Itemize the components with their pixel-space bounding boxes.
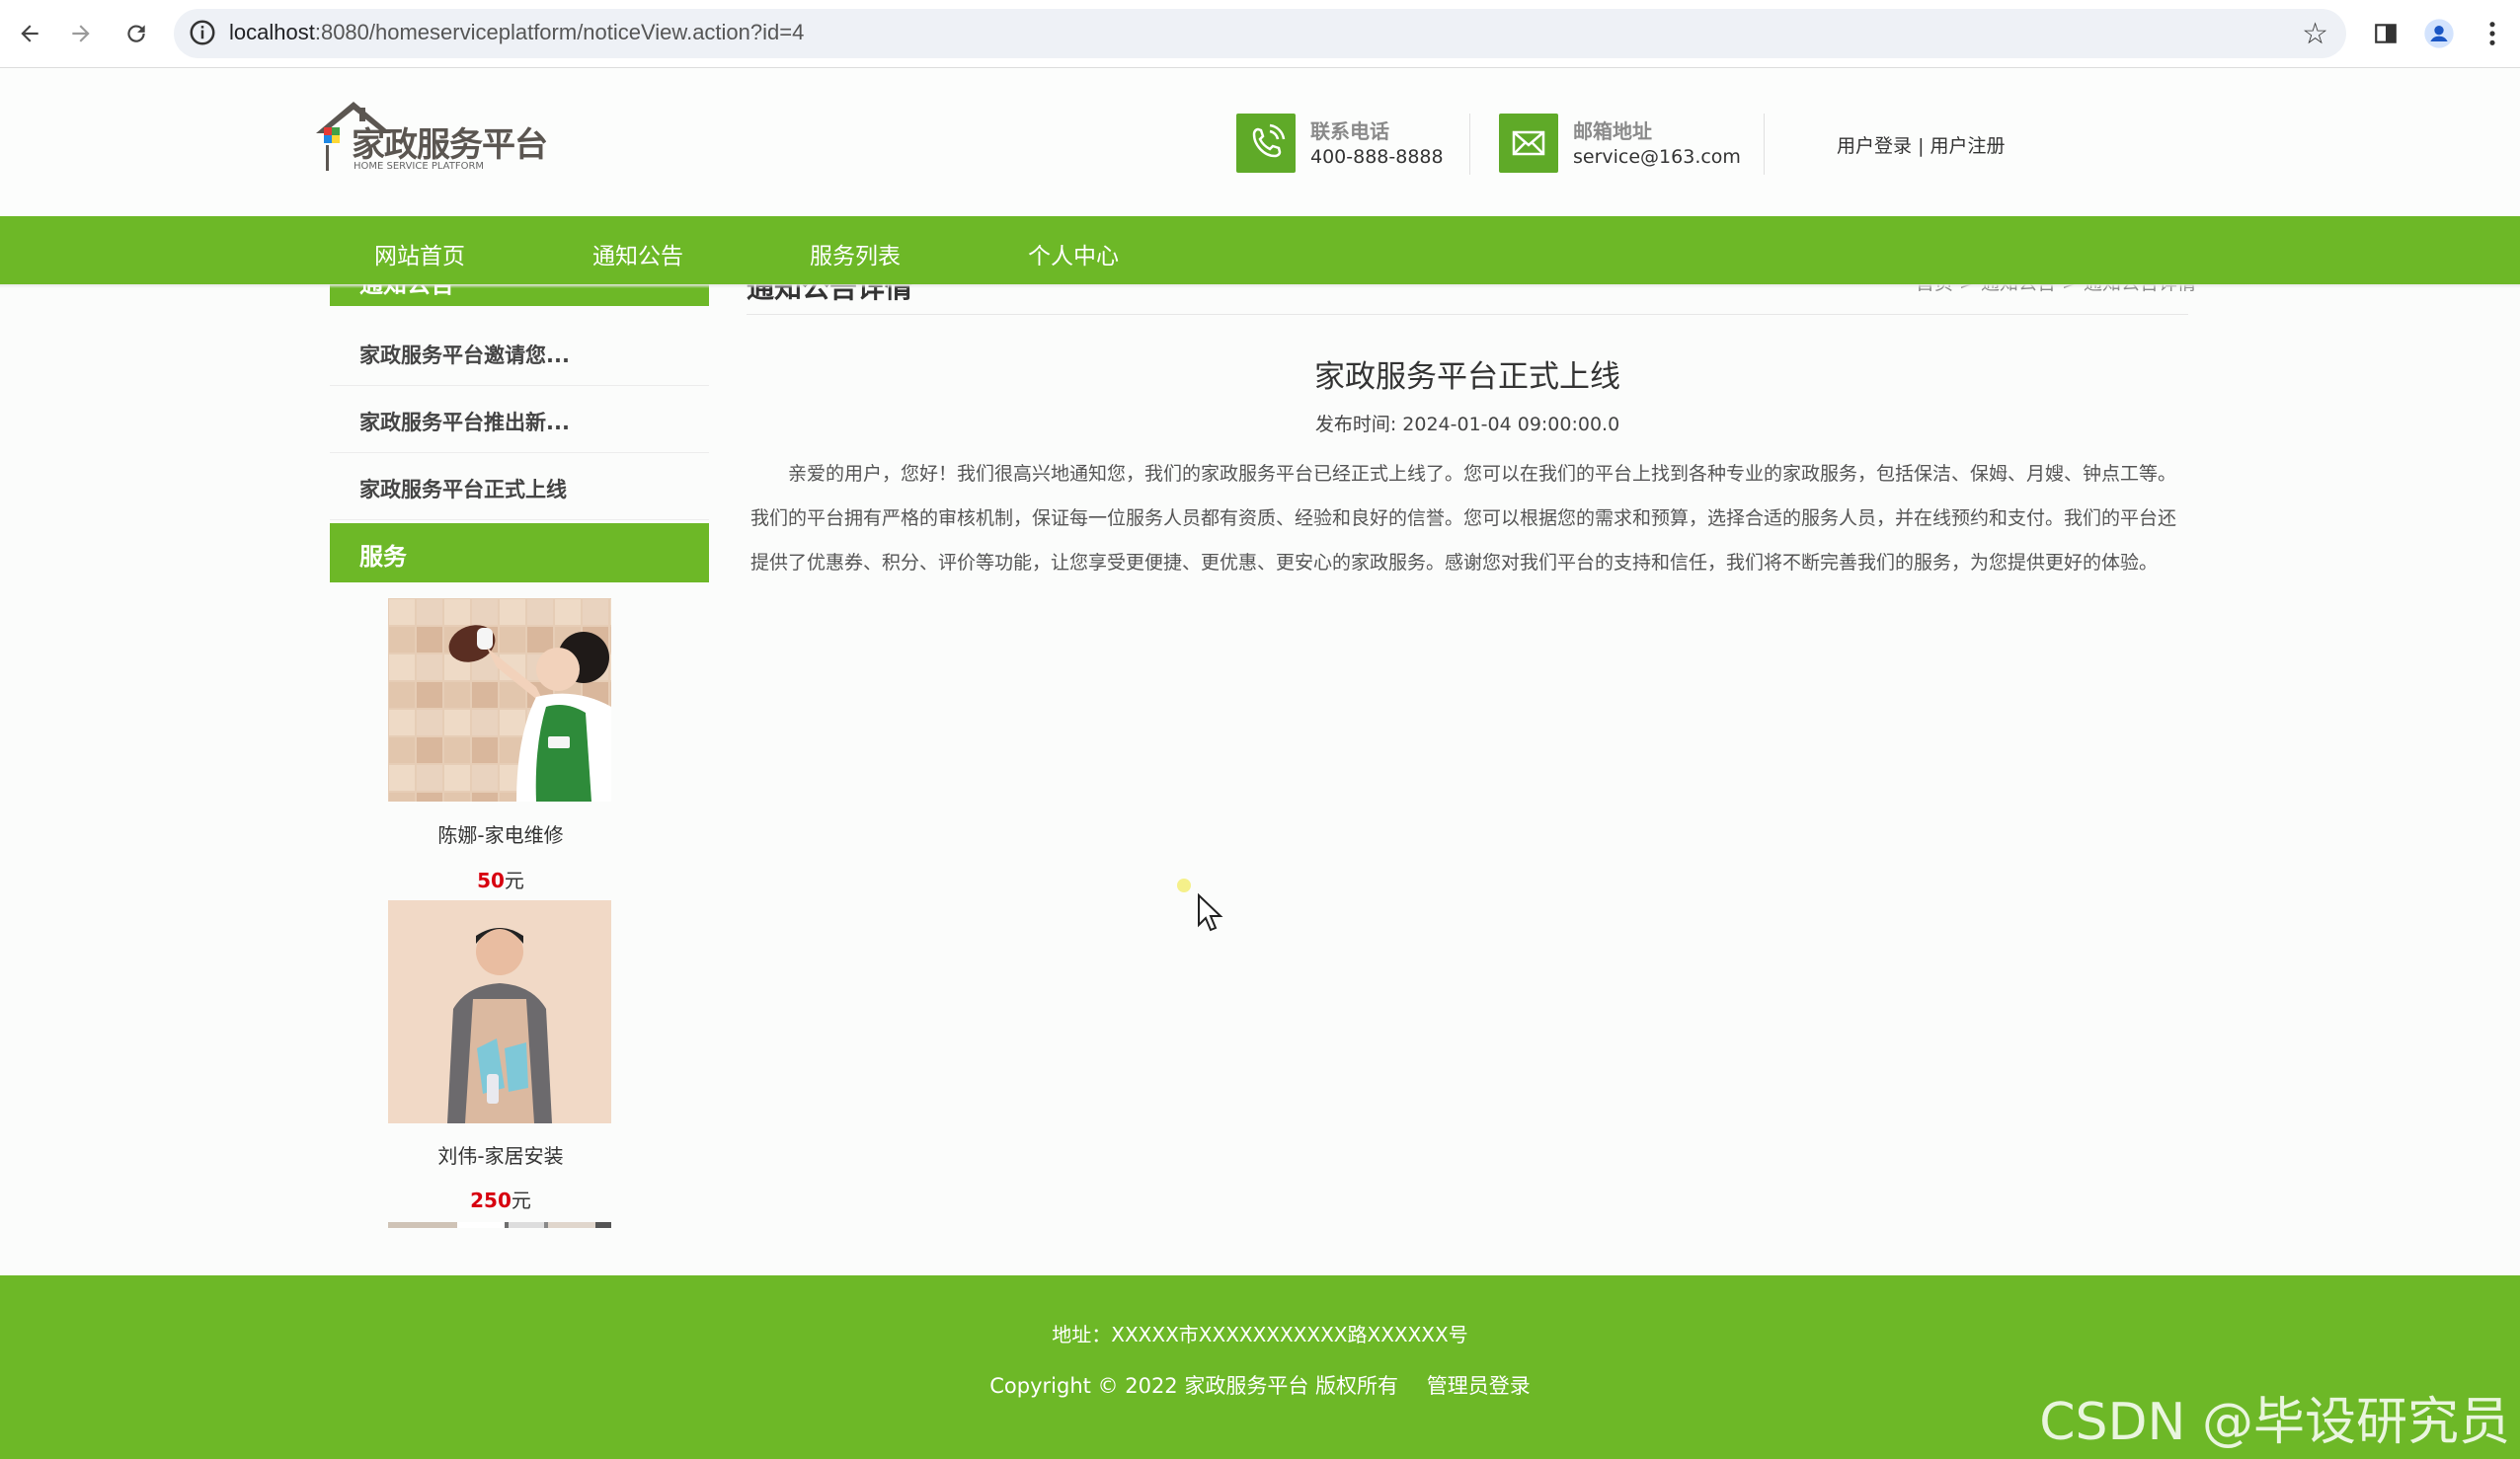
- phone-label: 联系电话: [1310, 119, 1389, 143]
- site-header: 家政服务平台 HOME SERVICE PLATFORM 联系电话 400-88…: [0, 68, 2520, 216]
- header-divider: [1764, 114, 1765, 175]
- copyright-text: Copyright © 2022 家政服务平台 版权所有: [989, 1374, 1399, 1398]
- url-path: :8080/homeserviceplatform/noticeView.act…: [314, 20, 805, 44]
- url-text[interactable]: localhost:8080/homeserviceplatform/notic…: [229, 20, 804, 45]
- service-heading-label: 服务: [359, 543, 407, 571]
- phone-icon: [1236, 114, 1296, 173]
- bookmark-star-icon[interactable]: ☆: [2302, 17, 2328, 51]
- article-meta: 发布时间: 2024-01-04 09:00:00.0: [747, 410, 2188, 436]
- email-value: service@163.com: [1573, 146, 1741, 168]
- service-name[interactable]: 刘伟-家居安装: [330, 1140, 671, 1169]
- logo-subtitle: HOME SERVICE PLATFORM: [354, 161, 485, 172]
- mouse-cursor-icon: [1197, 892, 1224, 937]
- browser-menu-icon[interactable]: [2473, 14, 2512, 53]
- service-name[interactable]: 陈娜-家电维修: [330, 819, 671, 848]
- mail-icon: [1499, 114, 1558, 173]
- nav-item-notices[interactable]: 通知公告: [592, 237, 683, 270]
- side-panel-icon[interactable]: [2366, 14, 2405, 53]
- header-divider: [1469, 114, 1470, 175]
- nav-shadow: [0, 284, 2520, 288]
- article-body: 亲爱的用户，您好！我们很高兴地通知您，我们的家政服务平台已经正式上线了。您可以在…: [750, 463, 2177, 574]
- service-photo-installer[interactable]: [388, 900, 611, 1123]
- auth-separator: |: [1918, 135, 1925, 157]
- nav-item-home[interactable]: 网站首页: [374, 237, 465, 270]
- publish-time: 2024-01-04 09:00:00.0: [1402, 414, 1620, 435]
- cursor-highlight: [1177, 879, 1191, 892]
- notice-item-label[interactable]: 家政服务平台正式上线: [359, 474, 567, 503]
- profile-avatar-icon[interactable]: [2419, 14, 2459, 53]
- admin-login-link[interactable]: 管理员登录: [1427, 1374, 1531, 1398]
- notice-item-label[interactable]: 家政服务平台邀请您...: [359, 340, 570, 369]
- phone-value: 400-888-8888: [1310, 146, 1444, 168]
- service-photo-cleaner[interactable]: [388, 598, 611, 802]
- service-price: 50元: [330, 865, 671, 893]
- sidebar-service-heading: 服务: [330, 523, 709, 582]
- main-navigation-overlay: 网站首页 通知公告 服务列表 个人中心: [0, 216, 2520, 284]
- register-link[interactable]: 用户注册: [1930, 135, 2006, 157]
- address-bar[interactable]: localhost:8080/homeserviceplatform/notic…: [174, 9, 2346, 58]
- url-host: localhost: [229, 20, 315, 44]
- price-value: 250: [470, 1189, 512, 1212]
- logo-title: 家政服务平台: [352, 125, 548, 165]
- auth-links: 用户登录 | 用户注册: [1837, 131, 2006, 158]
- title-divider: [747, 314, 2188, 315]
- service-price: 250元: [330, 1185, 671, 1213]
- publish-label: 发布时间:: [1314, 414, 1397, 435]
- sidebar-notice-item[interactable]: 家政服务平台推出新...: [330, 385, 709, 453]
- sidebar-notice-item[interactable]: 家政服务平台正式上线: [330, 452, 709, 520]
- nav-item-profile[interactable]: 个人中心: [1028, 237, 1119, 270]
- footer-address: 地址：XXXXX市XXXXXXXXXXX路XXXXXX号: [1052, 1323, 1468, 1346]
- browser-toolbar: localhost:8080/homeserviceplatform/notic…: [0, 0, 2520, 68]
- service-photo-partial[interactable]: [388, 1222, 611, 1228]
- site-info-icon[interactable]: [188, 18, 217, 47]
- forward-arrow-icon[interactable]: [63, 16, 99, 51]
- site-logo[interactable]: 家政服务平台 HOME SERVICE PLATFORM: [314, 100, 551, 179]
- notice-item-label[interactable]: 家政服务平台推出新...: [359, 407, 570, 436]
- price-unit: 元: [511, 1189, 531, 1212]
- reload-icon[interactable]: [118, 16, 154, 51]
- email-label: 邮箱地址: [1573, 119, 1652, 143]
- price-unit: 元: [504, 869, 524, 892]
- back-arrow-icon[interactable]: [12, 16, 47, 51]
- watermark-text: CSDN @毕设研究员: [2039, 1393, 2510, 1452]
- nav-item-services[interactable]: 服务列表: [810, 237, 901, 270]
- sidebar-notice-item[interactable]: 家政服务平台邀请您...: [330, 318, 709, 386]
- article-title: 家政服务平台正式上线: [1314, 359, 1620, 395]
- price-value: 50: [477, 869, 505, 892]
- login-link[interactable]: 用户登录: [1837, 135, 1912, 157]
